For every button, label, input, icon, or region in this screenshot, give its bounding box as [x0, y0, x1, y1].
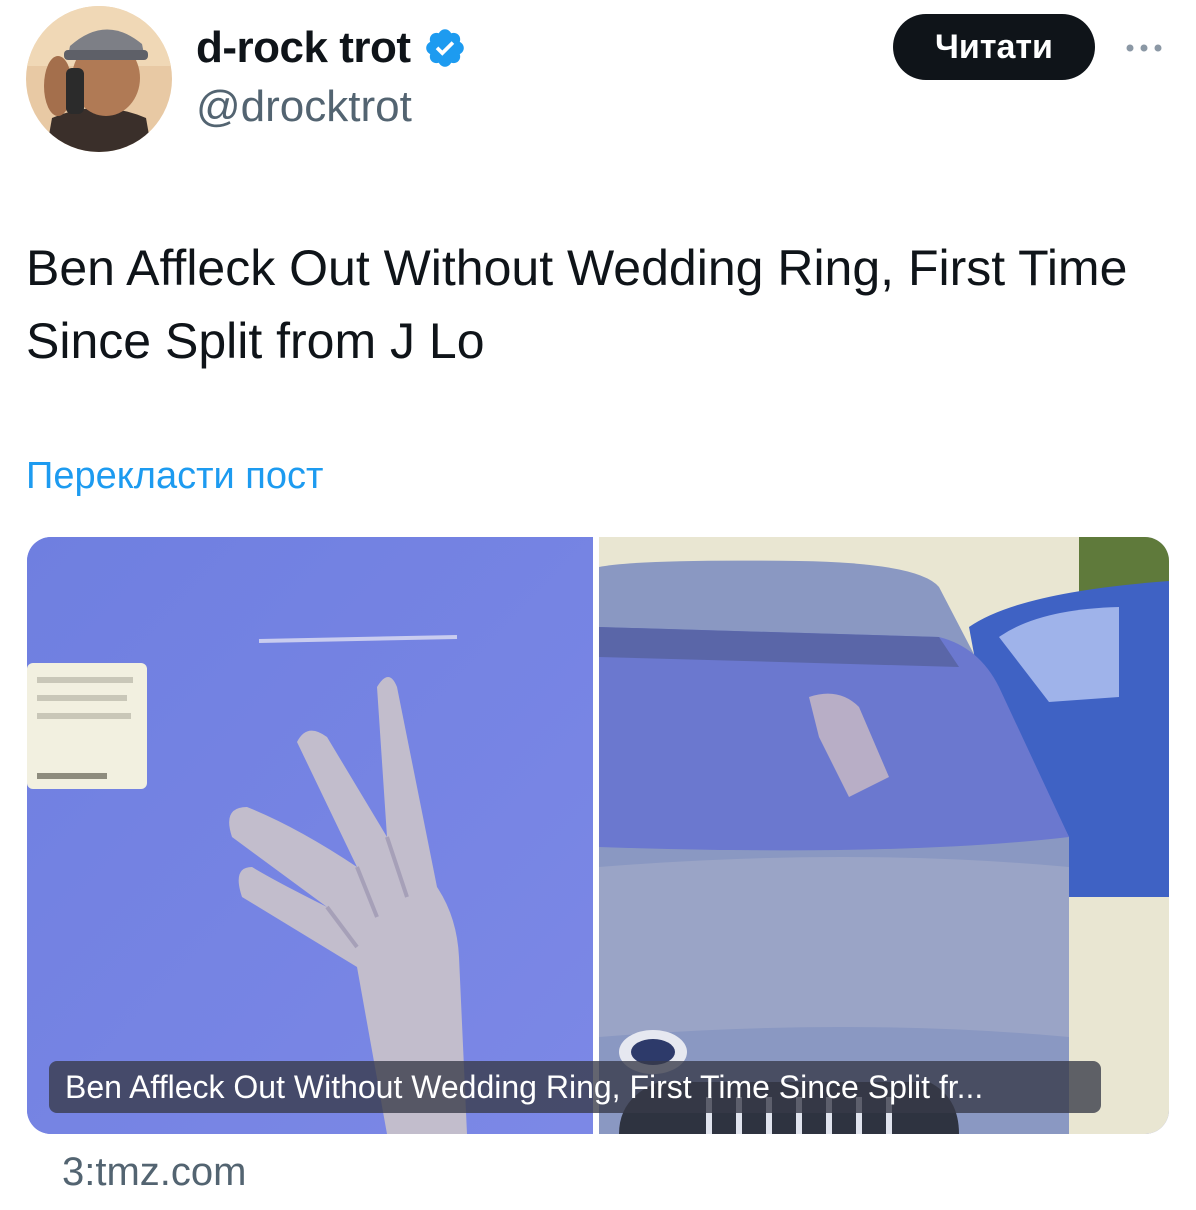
author-handle[interactable]: @drocktrot — [196, 82, 412, 132]
card-image-hand — [27, 537, 593, 1134]
verified-badge-icon[interactable] — [423, 26, 467, 70]
more-options-button[interactable] — [1118, 28, 1170, 68]
card-image-car — [599, 537, 1169, 1134]
author-display-name[interactable]: d-rock trot — [196, 23, 411, 73]
ellipsis-icon — [1126, 44, 1162, 52]
avatar-image — [26, 6, 172, 152]
post-text: Ben Affleck Out Without Wedding Ring, Fi… — [26, 240, 1128, 369]
translate-post-link[interactable]: Перекласти пост — [26, 455, 323, 498]
follow-button[interactable]: Читати — [893, 14, 1095, 80]
author-name-row: d-rock trot — [196, 20, 467, 76]
link-card[interactable]: Ben Affleck Out Without Wedding Ring, Fi… — [27, 537, 1169, 1134]
card-title: Ben Affleck Out Without Wedding Ring, Fi… — [49, 1061, 1101, 1113]
author-avatar[interactable] — [26, 6, 172, 152]
card-source-domain[interactable]: 3:tmz.com — [62, 1150, 246, 1195]
